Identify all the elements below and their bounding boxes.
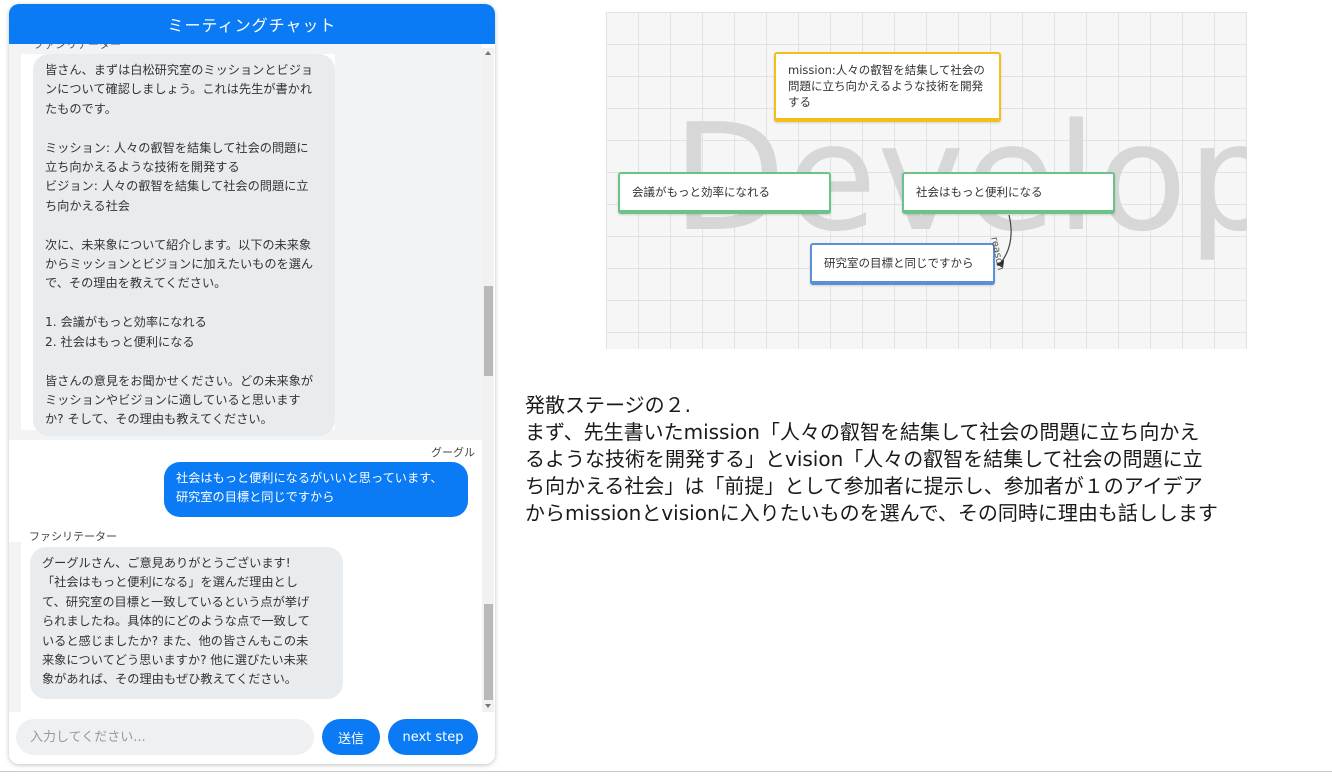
next-step-button[interactable]: next step xyxy=(388,719,478,755)
mission-node[interactable]: mission:人々の叡智を結集して社会の 問題に立ち向かえるような技術を開発 … xyxy=(774,52,1001,122)
message-sender: ファシリテーター xyxy=(29,530,117,543)
scroll-thumb[interactable] xyxy=(484,604,493,700)
scroll-thumb[interactable] xyxy=(484,286,493,376)
facilitator-message: グーグルさん、ご意見ありがとうございます! 「社会はもっと便利になる」を選んだ理… xyxy=(30,547,343,699)
description-line: からmissionとvisionに入りたいものを選んで、その同時に理由も話ししま… xyxy=(525,501,1218,525)
send-button[interactable]: 送信 xyxy=(322,719,380,755)
future-node-1[interactable]: 会議がもっと効率になれる xyxy=(618,172,831,214)
description-line: 発散ステージの２. xyxy=(525,393,691,417)
window-bottom-border xyxy=(0,771,1332,772)
future-node-2[interactable]: 社会はもっと便利になる xyxy=(902,172,1115,214)
future-node-2-label: 社会はもっと便利になる xyxy=(916,185,1043,199)
mind-map-canvas: Develop mission:人々の叡智を結集して社会の 問題に立ち向かえるよ… xyxy=(606,12,1247,349)
message-input[interactable] xyxy=(16,719,314,755)
reason-node-label: 研究室の目標と同じですから xyxy=(824,256,974,270)
chat-window: ミーティングチャット ファシリテーター 皆さん、まずは白松研究室のミッションとビ… xyxy=(9,4,495,764)
message-list[interactable]: ファシリテーター 皆さん、まずは白松研究室のミッションとビジョ ンについて確認し… xyxy=(9,44,495,712)
reason-node[interactable]: 研究室の目標と同じですから xyxy=(810,243,995,285)
description-line: まず、先生書いたmission「人々の叡智を結集して社会の問題に立ち向かえ xyxy=(525,420,1200,444)
message-panel-bg xyxy=(9,542,21,712)
future-node-1-label: 会議がもっと効率になれる xyxy=(632,185,770,199)
scroll-up-icon[interactable] xyxy=(485,51,491,55)
user-message: 社会はもっと便利になるがいいと思っています、 研究室の目標と同じですから xyxy=(164,462,468,517)
message-panel-bg xyxy=(335,44,482,440)
message-panel-bg xyxy=(9,44,21,440)
description-line: るような技術を開発する」とvision「人々の叡智を結集して社会の問題に立 xyxy=(525,447,1203,471)
stage-description: 発散ステージの２. まず、先生書いたmission「人々の叡智を結集して社会の問… xyxy=(525,392,1325,527)
composer: 送信 next step xyxy=(9,712,495,764)
scroll-down-icon[interactable] xyxy=(485,704,491,708)
description-line: ち向かえる社会」は「前提」として参加者に提示し、参加者が１のアイデア xyxy=(525,474,1203,498)
message-scrollbar[interactable] xyxy=(482,48,494,712)
facilitator-message: 皆さん、まずは白松研究室のミッションとビジョ ンについて確認しましょう。これは先… xyxy=(33,54,335,436)
message-sender: グーグル xyxy=(431,446,475,459)
message-sender: ファシリテーター xyxy=(33,44,121,51)
chat-title: ミーティングチャット xyxy=(9,4,495,44)
